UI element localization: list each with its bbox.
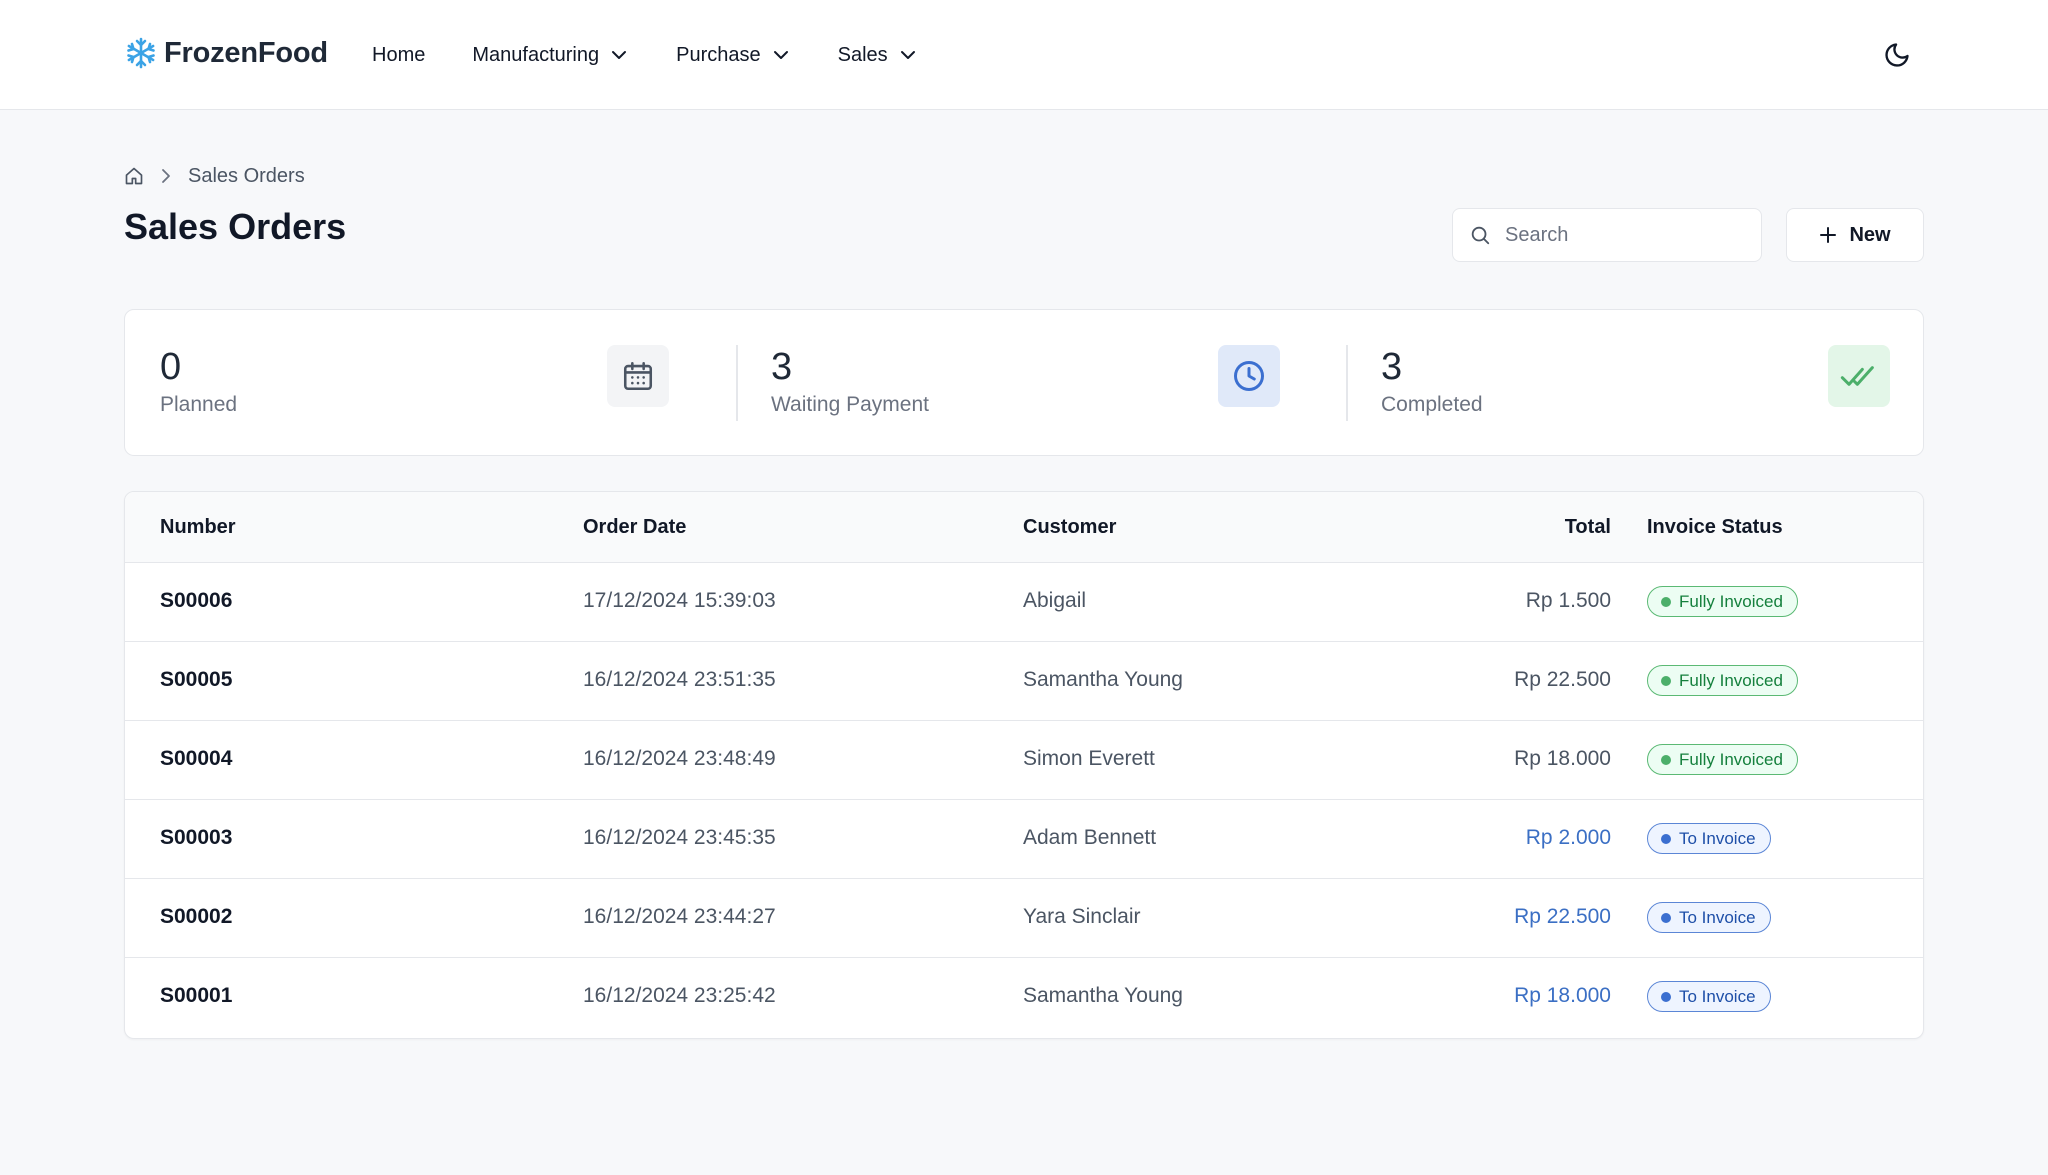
stat-value: 0: [160, 346, 182, 388]
status-label: To Invoice: [1679, 986, 1756, 1006]
status-label: Fully Invoiced: [1679, 591, 1783, 611]
order-date: 16/12/2024 23:51:35: [583, 668, 776, 691]
status-label: To Invoice: [1679, 828, 1756, 848]
new-button-label: New: [1849, 223, 1891, 246]
new-button[interactable]: New: [1786, 208, 1924, 262]
stat-label: Waiting Payment: [771, 393, 929, 416]
order-date: 16/12/2024 23:45:35: [583, 826, 776, 849]
nav-item-home[interactable]: Home: [372, 44, 425, 67]
status-badge: To Invoice: [1647, 823, 1771, 854]
nav-item-label: Purchase: [676, 43, 761, 66]
table-row[interactable]: S00005 16/12/2024 23:51:35 Samantha Youn…: [125, 642, 1923, 721]
status-badge: To Invoice: [1647, 981, 1771, 1012]
status-badge: Fully Invoiced: [1647, 665, 1798, 696]
chevron-down-icon: [773, 51, 788, 59]
moon-icon: [1885, 43, 1909, 67]
nav-item-purchase[interactable]: Purchase: [676, 44, 791, 67]
top-navbar: FrozenFood Home Manufacturing Purchase S…: [0, 0, 2048, 110]
stat-value: 3: [1381, 346, 1403, 388]
stat-completed[interactable]: 3 Completed: [1346, 310, 1924, 457]
order-number[interactable]: S00001: [160, 984, 232, 1008]
stat-value: 3: [771, 346, 793, 388]
search-input[interactable]: [1505, 223, 1725, 247]
order-total: Rp 22.500: [1514, 905, 1611, 928]
stat-planned[interactable]: 0 Planned: [125, 310, 735, 457]
chevron-down-icon: [612, 51, 627, 59]
nav-item-manufacturing[interactable]: Manufacturing: [472, 44, 629, 67]
order-number[interactable]: S00003: [160, 826, 232, 850]
main-nav: Home Manufacturing Purchase Sales: [372, 38, 918, 72]
page-title: Sales Orders: [124, 206, 347, 247]
status-dot: [1661, 596, 1671, 607]
order-number[interactable]: S00004: [160, 747, 232, 771]
customer-name: Simon Everett: [1023, 747, 1155, 770]
order-total: Rp 22.500: [1514, 668, 1611, 691]
customer-name: Samantha Young: [1023, 984, 1183, 1007]
clock-icon: [1218, 345, 1280, 407]
stat-waiting-payment[interactable]: 3 Waiting Payment: [736, 310, 1346, 457]
order-stats-card: 0 Planned 3 Waiting Payment 3 Completed: [124, 309, 1924, 456]
status-badge: Fully Invoiced: [1647, 586, 1798, 617]
chevron-right-icon: [162, 169, 170, 183]
status-badge: To Invoice: [1647, 902, 1771, 933]
brand-name: FrozenFood: [164, 36, 328, 69]
home-icon[interactable]: [124, 166, 144, 186]
order-total: Rp 2.000: [1525, 826, 1611, 849]
plus-icon: [1820, 227, 1837, 243]
order-date: 16/12/2024 23:25:42: [583, 984, 776, 1007]
status-dot: [1661, 912, 1671, 923]
stat-label: Completed: [1381, 393, 1483, 416]
column-header-invoice-status[interactable]: Invoice Status: [1647, 516, 1783, 539]
status-label: Fully Invoiced: [1679, 670, 1783, 690]
nav-item-label: Manufacturing: [472, 43, 600, 66]
sales-orders-table: Number Order Date Customer Total Invoice…: [124, 491, 1924, 1039]
status-dot: [1661, 754, 1671, 765]
table-row[interactable]: S00002 16/12/2024 23:44:27 Yara Sinclair…: [125, 879, 1923, 958]
customer-name: Adam Bennett: [1023, 826, 1157, 849]
search-box[interactable]: [1452, 208, 1762, 262]
search-icon: [1471, 226, 1490, 245]
breadcrumb: Sales Orders: [124, 162, 305, 190]
column-header-total[interactable]: Total: [1311, 516, 1611, 539]
column-header-number[interactable]: Number: [160, 516, 236, 539]
status-dot: [1661, 991, 1671, 1002]
table-row[interactable]: S00006 17/12/2024 15:39:03 Abigail Rp 1.…: [125, 563, 1923, 642]
order-date: 16/12/2024 23:44:27: [583, 905, 776, 928]
order-number[interactable]: S00006: [160, 589, 232, 613]
status-badge: Fully Invoiced: [1647, 744, 1798, 775]
column-header-customer[interactable]: Customer: [1023, 516, 1116, 539]
snowflake-icon: [127, 37, 155, 69]
order-total: Rp 1.500: [1525, 589, 1611, 612]
table-row[interactable]: S00003 16/12/2024 23:45:35 Adam Bennett …: [125, 800, 1923, 879]
nav-item-label: Home: [372, 43, 426, 66]
customer-name: Samantha Young: [1023, 668, 1183, 691]
status-dot: [1661, 833, 1671, 844]
order-number[interactable]: S00002: [160, 905, 232, 929]
table-row[interactable]: S00001 16/12/2024 23:25:42 Samantha Youn…: [125, 958, 1923, 1037]
brand-logo[interactable]: FrozenFood: [124, 32, 328, 74]
status-dot: [1661, 675, 1671, 686]
calendar-icon: [607, 345, 669, 407]
order-date: 16/12/2024 23:48:49: [583, 747, 776, 770]
table-row[interactable]: S00004 16/12/2024 23:48:49 Simon Everett…: [125, 721, 1923, 800]
order-total: Rp 18.000: [1514, 984, 1611, 1007]
customer-name: Abigail: [1023, 589, 1087, 612]
nav-item-sales[interactable]: Sales: [838, 44, 918, 67]
theme-toggle-button[interactable]: [1880, 38, 1914, 72]
nav-item-label: Sales: [837, 43, 888, 66]
status-label: To Invoice: [1679, 907, 1756, 927]
status-label: Fully Invoiced: [1679, 749, 1783, 769]
customer-name: Yara Sinclair: [1023, 905, 1141, 928]
breadcrumb-current: Sales Orders: [188, 164, 305, 187]
column-header-order-date[interactable]: Order Date: [583, 516, 686, 539]
table-header: Number Order Date Customer Total Invoice…: [125, 492, 1923, 563]
double-check-icon: [1828, 345, 1890, 407]
order-total: Rp 18.000: [1514, 747, 1611, 770]
order-number[interactable]: S00005: [160, 668, 232, 692]
order-date: 17/12/2024 15:39:03: [583, 589, 776, 612]
chevron-down-icon: [900, 51, 915, 59]
stat-label: Planned: [160, 393, 238, 416]
